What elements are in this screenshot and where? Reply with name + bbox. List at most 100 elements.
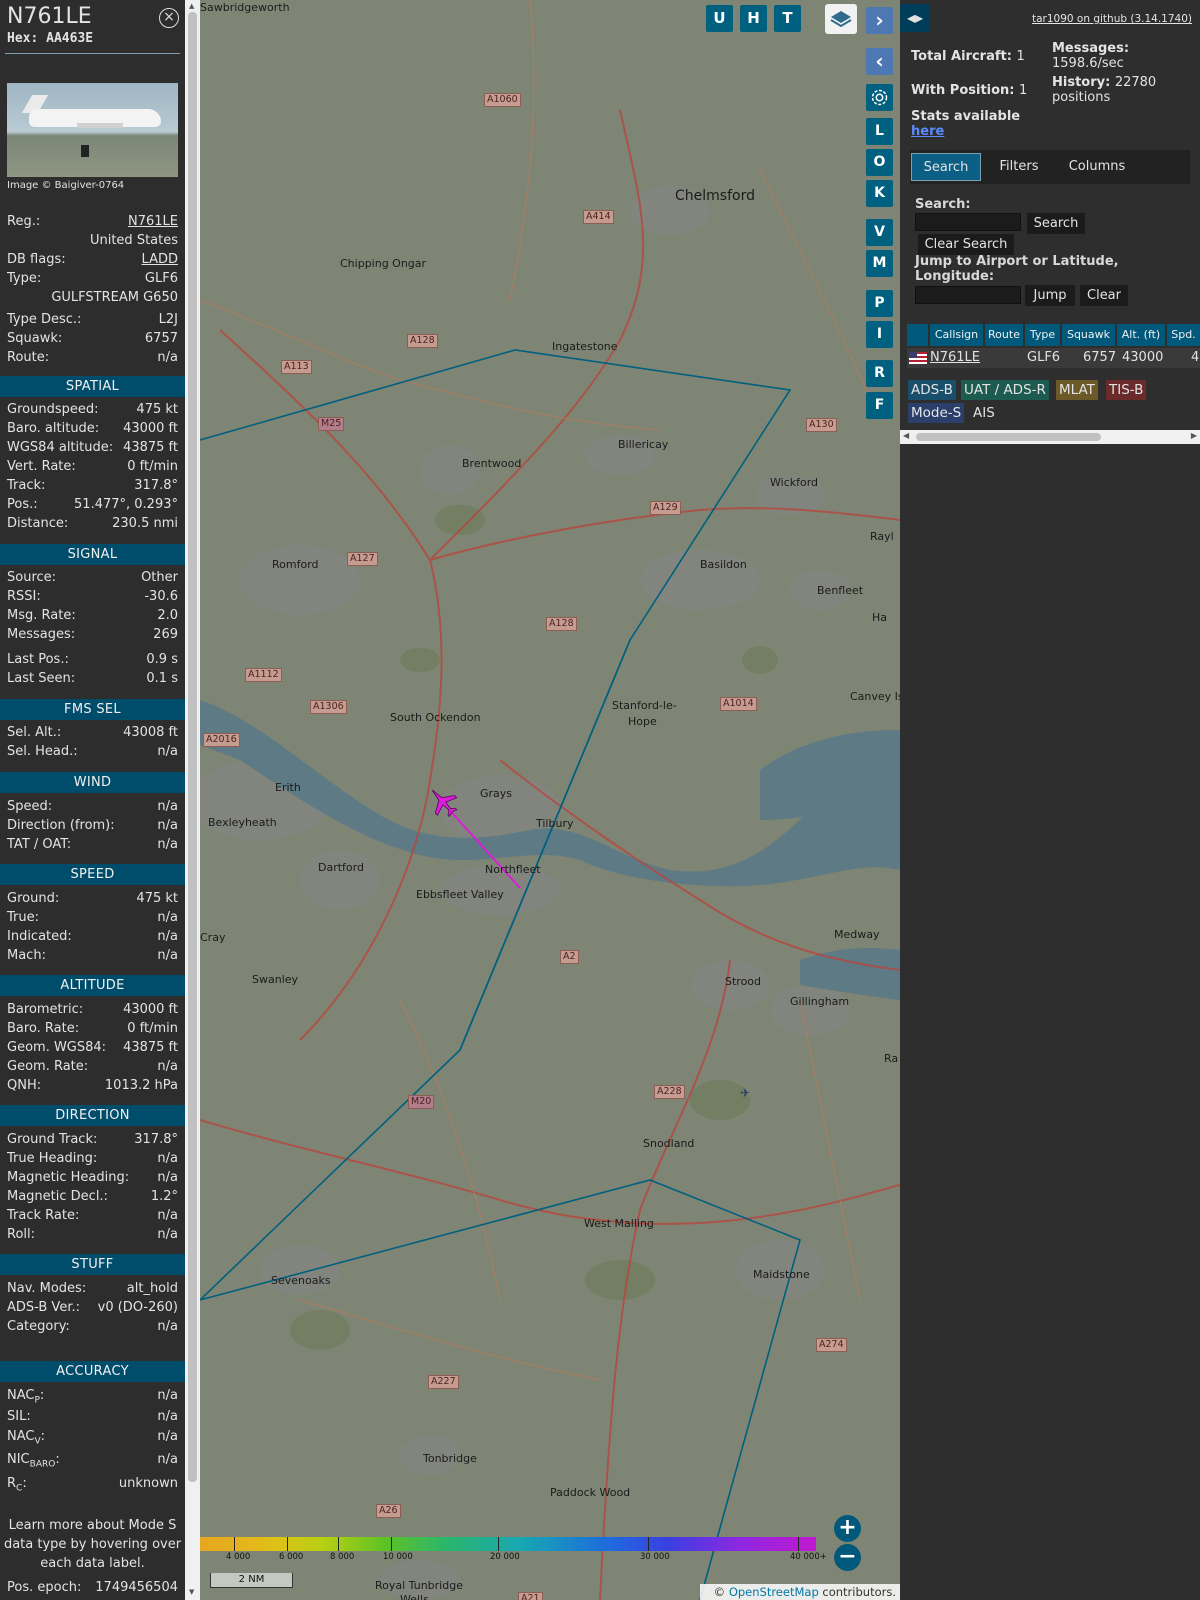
map-button-m[interactable]: M: [866, 250, 893, 277]
map-button-k[interactable]: K: [866, 180, 893, 207]
jump-input[interactable]: [915, 286, 1021, 304]
db-flags-link[interactable]: LADD: [142, 252, 178, 267]
map-view[interactable]: ✈ Sawbridgeworth Chelmsford Chipping Ongar…: [200, 0, 900, 1600]
info-label[interactable]: True:: [7, 910, 39, 925]
tab-search[interactable]: Search: [911, 153, 981, 181]
info-label[interactable]: Groundspeed:: [7, 402, 98, 417]
info-label[interactable]: Last Seen:: [7, 671, 75, 686]
search-button[interactable]: Search: [1027, 213, 1085, 234]
info-label[interactable]: Source:: [7, 570, 56, 585]
column-header-route[interactable]: Route: [983, 324, 1023, 346]
info-label[interactable]: NACP:: [7, 1388, 44, 1406]
jump-button[interactable]: Jump: [1025, 285, 1075, 306]
info-label[interactable]: RC:: [7, 1476, 27, 1494]
place-label: Bexleyheath: [208, 816, 277, 829]
info-label[interactable]: NACV:: [7, 1429, 45, 1447]
info-label[interactable]: Baro. altitude:: [7, 421, 99, 436]
info-label[interactable]: QNH:: [7, 1078, 41, 1093]
github-link[interactable]: tar1090 on github (3.14.1740): [1032, 13, 1192, 25]
info-label[interactable]: Vert. Rate:: [7, 459, 76, 474]
stats-link[interactable]: here: [911, 124, 1020, 139]
info-label[interactable]: Geom. WGS84:: [7, 1040, 106, 1055]
column-header-speed[interactable]: Spd.: [1165, 324, 1200, 346]
osm-link[interactable]: OpenStreetMap: [729, 1585, 819, 1599]
info-label[interactable]: Baro. Rate:: [7, 1021, 79, 1036]
altitude-legend-label: 30 000: [640, 1552, 670, 1562]
info-label[interactable]: Category:: [7, 1319, 70, 1334]
map-button-p[interactable]: P: [866, 290, 893, 317]
map-button-u[interactable]: U: [706, 5, 733, 32]
info-label[interactable]: Geom. Rate:: [7, 1059, 88, 1074]
info-label[interactable]: Direction (from):: [7, 818, 115, 833]
close-icon[interactable]: ×: [159, 8, 179, 28]
info-label[interactable]: Track Rate:: [7, 1208, 79, 1223]
info-label[interactable]: Barometric:: [7, 1002, 83, 1017]
info-row: Sel. Alt.: 43008 ft: [7, 725, 178, 743]
info-value: 43000 ft: [123, 1002, 178, 1017]
callsign-cell[interactable]: N761LE: [930, 349, 980, 367]
road-label: A414: [583, 210, 614, 224]
info-label[interactable]: RSSI:: [7, 589, 41, 604]
info-label[interactable]: Roll:: [7, 1227, 35, 1242]
map-button-l[interactable]: L: [866, 118, 893, 145]
table-row[interactable]: N761LE GLF6 6757 43000 4: [907, 348, 1200, 368]
info-label[interactable]: Magnetic Heading:: [7, 1170, 129, 1185]
search-input[interactable]: [915, 213, 1021, 231]
info-label[interactable]: ADS-B Ver.:: [7, 1300, 80, 1315]
map-button-o[interactable]: O: [866, 149, 893, 176]
info-label[interactable]: Magnetic Decl.:: [7, 1189, 108, 1204]
nav-right-button[interactable]: ›: [866, 7, 893, 34]
info-label[interactable]: Mach:: [7, 948, 46, 963]
info-label[interactable]: True Heading:: [7, 1151, 97, 1166]
altitude-legend-tick: [498, 1537, 499, 1551]
aircraft-photo[interactable]: [7, 83, 178, 177]
info-label[interactable]: Last Pos.:: [7, 652, 69, 667]
table-horizontal-scrollbar[interactable]: ◀ ▶: [900, 430, 1200, 444]
info-label[interactable]: Sel. Head.:: [7, 744, 78, 759]
zoom-in-button[interactable]: +: [834, 1515, 861, 1542]
layers-icon[interactable]: [825, 4, 857, 34]
info-label[interactable]: Ground Track:: [7, 1132, 97, 1147]
map-button-v[interactable]: V: [866, 219, 893, 246]
clear-button[interactable]: Clear: [1080, 285, 1128, 306]
tab-columns[interactable]: Columns: [1056, 153, 1138, 181]
info-label[interactable]: Speed:: [7, 799, 52, 814]
registration-link[interactable]: N761LE: [128, 214, 178, 229]
info-label[interactable]: SIL:: [7, 1409, 31, 1424]
column-header-squawk[interactable]: Squawk: [1060, 324, 1115, 346]
expand-collapse-icon[interactable]: ◂▸: [900, 4, 930, 32]
place-label: South Ockendon: [390, 711, 481, 724]
gear-icon[interactable]: [866, 84, 893, 111]
info-label[interactable]: Pos.:: [7, 497, 38, 512]
info-label[interactable]: Ground:: [7, 891, 59, 906]
sidebar-scrollbar[interactable]: ▲ ▼: [185, 0, 200, 1600]
info-label[interactable]: Sel. Alt.:: [7, 725, 61, 740]
info-label[interactable]: Indicated:: [7, 929, 72, 944]
info-label[interactable]: Track:: [7, 478, 45, 493]
altitude-legend-label: 6 000: [279, 1552, 304, 1562]
map-button-f[interactable]: F: [866, 392, 893, 419]
nav-left-button[interactable]: ‹: [866, 48, 893, 75]
info-label[interactable]: Messages:: [7, 627, 75, 642]
info-label[interactable]: Msg. Rate:: [7, 608, 76, 623]
info-value: 475 kt: [136, 891, 178, 906]
tab-filters[interactable]: Filters: [986, 153, 1052, 181]
map-button-t[interactable]: T: [774, 5, 801, 32]
column-header-type[interactable]: Type: [1023, 324, 1060, 346]
info-row: Indicated: n/a: [7, 929, 178, 947]
column-header-altitude[interactable]: Alt. (ft): [1115, 324, 1165, 346]
map-button-i[interactable]: I: [866, 321, 893, 348]
column-header-callsign[interactable]: Callsign: [928, 324, 983, 346]
info-label[interactable]: TAT / OAT:: [7, 837, 71, 852]
map-button-h[interactable]: H: [740, 5, 767, 32]
info-label[interactable]: WGS84 altitude:: [7, 440, 113, 455]
photo-credit[interactable]: Image © Baigiver-0764: [7, 180, 124, 191]
map-button-r[interactable]: R: [866, 360, 893, 387]
speed-cell: 4: [1191, 350, 1200, 365]
info-label[interactable]: Nav. Modes:: [7, 1281, 86, 1296]
info-row: Category: n/a: [7, 1319, 178, 1337]
info-label[interactable]: NICBARO:: [7, 1452, 60, 1470]
info-label[interactable]: Distance:: [7, 516, 68, 531]
zoom-out-button[interactable]: −: [834, 1544, 861, 1571]
clear-search-button[interactable]: Clear Search: [918, 234, 1014, 255]
